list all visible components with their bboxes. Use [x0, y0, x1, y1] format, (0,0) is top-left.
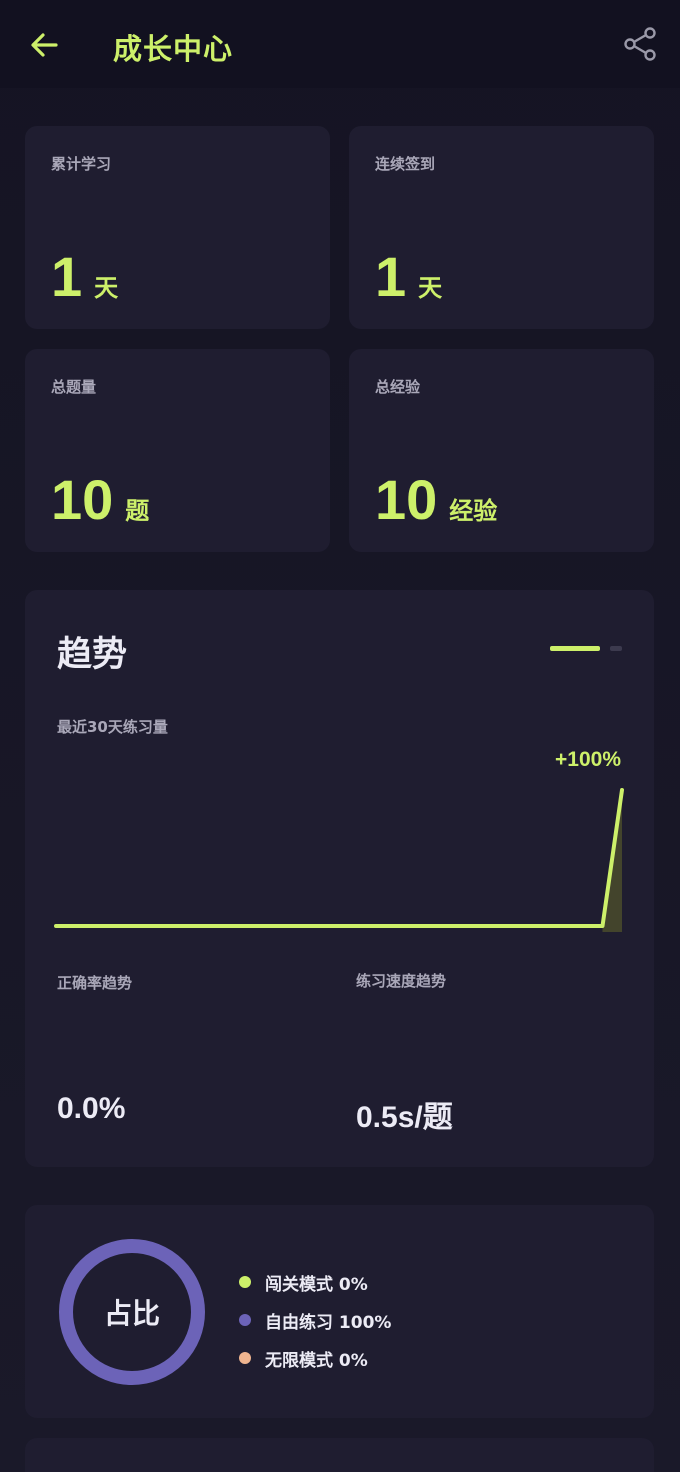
speed-trend-label: 练习速度趋势: [356, 972, 447, 990]
stat-label: 总题量: [51, 378, 97, 396]
growth-center-page: 成长中心 累计学习 1 天 连续签到 1 天 总题量 10 题 总经验 10 经…: [0, 0, 680, 1472]
stat-card-checkin-streak: 连续签到 1 天: [349, 126, 654, 329]
mode-legend: 闯关模式 0% 自由练习 100% 无限模式 0%: [239, 1263, 391, 1377]
donut-center-label: 占比: [103, 1297, 160, 1330]
stat-value: 10 题: [51, 467, 149, 532]
stat-card-total-exp: 总经验 10 经验: [349, 349, 654, 552]
legend-item: 自由练习 100%: [239, 1301, 391, 1339]
stat-number: 10: [51, 468, 114, 531]
accuracy-trend-label: 正确率趋势: [57, 974, 133, 992]
stat-unit: 天: [418, 274, 443, 302]
next-card: [25, 1438, 654, 1472]
trend-line: [54, 788, 624, 928]
page-title: 成长中心: [113, 32, 234, 66]
legend-dot: [239, 1314, 251, 1326]
app-header: 成长中心: [0, 0, 680, 88]
accuracy-trend-value: 0.0%: [57, 1092, 126, 1125]
stat-unit: 经验: [449, 497, 498, 525]
legend-label: 闯关模式 0%: [265, 1274, 368, 1295]
trend-card: 趋势 最近30天练习量 +100% 正确率趋势 0.0% 练习速度趋势 0.5s…: [25, 590, 654, 1167]
legend-label: 无限模式 0%: [265, 1350, 368, 1371]
stat-number: 1: [51, 245, 83, 308]
stat-number: 1: [375, 245, 407, 308]
legend-item: 无限模式 0%: [239, 1339, 391, 1377]
share-icon[interactable]: [622, 26, 658, 62]
trend-title: 趋势: [57, 635, 128, 675]
legend-item: 闯关模式 0%: [239, 1263, 391, 1301]
legend-dot: [239, 1352, 251, 1364]
stat-number: 10: [375, 468, 438, 531]
stat-card-total-questions: 总题量 10 题: [25, 349, 330, 552]
legend-dot: [239, 1276, 251, 1288]
stat-value: 1 天: [51, 244, 118, 309]
page-indicator-active[interactable]: [550, 646, 600, 651]
legend-label: 自由练习 100%: [265, 1312, 392, 1333]
stat-unit: 题: [125, 497, 150, 525]
trend-chart: +100%: [54, 748, 624, 932]
trend-change-label: +100%: [555, 748, 621, 771]
page-indicator-inactive[interactable]: [610, 646, 622, 651]
mode-share-card: 占比 闯关模式 0% 自由练习 100% 无限模式 0%: [25, 1205, 654, 1418]
stat-unit: 天: [94, 274, 119, 302]
stat-label: 累计学习: [51, 155, 112, 173]
stat-value: 10 经验: [375, 467, 497, 532]
stat-label: 总经验: [375, 378, 421, 396]
trend-subtitle: 最近30天练习量: [57, 718, 168, 736]
stat-value: 1 天: [375, 244, 442, 309]
stat-card-total-study: 累计学习 1 天: [25, 126, 330, 329]
arrow-left-icon[interactable]: [28, 28, 62, 62]
speed-trend-value: 0.5s/题: [356, 1101, 453, 1134]
stat-label: 连续签到: [375, 155, 436, 173]
